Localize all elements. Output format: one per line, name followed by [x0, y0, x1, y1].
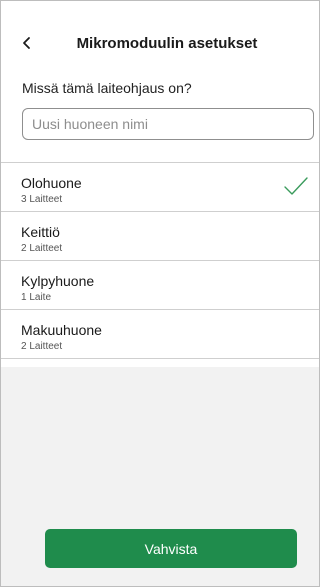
- room-list: Olohuone 3 Laitteet Keittiö 2 Laitteet K…: [1, 162, 319, 359]
- room-name: Keittiö: [21, 224, 60, 240]
- room-item-makuuhuone[interactable]: Makuuhuone 2 Laitteet: [1, 309, 319, 359]
- room-device-count: 3 Laitteet: [21, 194, 63, 205]
- page-title: Mikromoduulin asetukset: [76, 35, 258, 52]
- new-room-name-field[interactable]: [22, 108, 314, 140]
- room-question-label: Missä tämä laiteohjaus on?: [22, 80, 192, 96]
- room-name: Kylpyhuone: [21, 273, 95, 289]
- room-device-count: 2 Laitteet: [21, 341, 63, 352]
- room-item-keittio[interactable]: Keittiö 2 Laitteet: [1, 211, 319, 260]
- confirm-button[interactable]: Vahvista: [45, 529, 297, 568]
- room-name: Olohuone: [21, 175, 82, 191]
- room-device-count: 2 Laitteet: [21, 243, 63, 254]
- room-item-kylpyhuone[interactable]: Kylpyhuone 1 Laite: [1, 260, 319, 309]
- room-item-olohuone[interactable]: Olohuone 3 Laitteet: [1, 162, 319, 211]
- checkmark-icon: [284, 177, 308, 195]
- header: Mikromoduulin asetukset: [1, 29, 319, 59]
- room-name: Makuuhuone: [21, 322, 102, 338]
- room-device-count: 1 Laite: [21, 292, 52, 303]
- screen: Mikromoduulin asetukset Missä tämä laite…: [0, 0, 320, 587]
- new-room-name-input[interactable]: [23, 109, 313, 139]
